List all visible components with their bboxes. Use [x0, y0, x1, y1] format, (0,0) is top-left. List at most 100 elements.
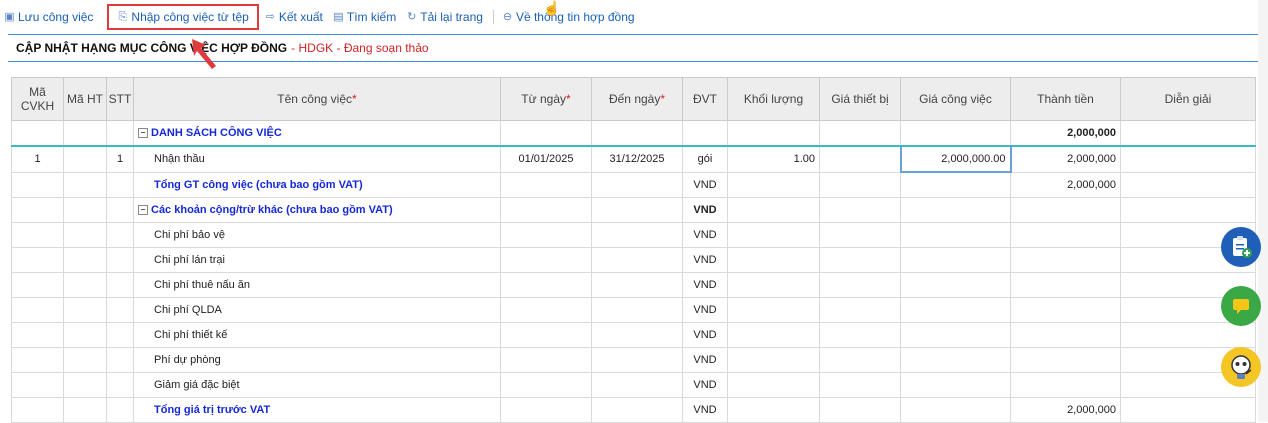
cell-name[interactable]: Giảm giá đặc biệt	[133, 372, 501, 398]
collapse-icon[interactable]: −	[138, 205, 148, 216]
save-label: Lưu công việc	[18, 10, 94, 24]
table-row[interactable]: Phí dự phòng VND	[11, 347, 1256, 373]
cell-unit: VND	[682, 171, 728, 198]
toolbar: ▣ Lưu công việc ⎘ Nhập công việc từ tệp …	[0, 0, 1258, 34]
search-icon: ▤	[333, 11, 344, 23]
total-before-vat-amount: 2,000,000	[1010, 397, 1121, 423]
cell-unit: VND	[682, 397, 728, 423]
table-row-group-others[interactable]: − Các khoản cộng/trừ khác (chưa bao gồm V…	[11, 197, 1256, 223]
table-header-row: Mã CVKH Mã HT STT Tên công việc* Từ ngày…	[11, 77, 1256, 121]
reload-label: Tải lại trang	[420, 10, 483, 24]
reload-icon: ↻	[407, 11, 417, 23]
export-icon: ⇨	[265, 11, 275, 23]
cell-stt[interactable]: 1	[106, 145, 134, 173]
import-button[interactable]: ⎘ Nhập công việc từ tệp	[107, 4, 259, 30]
cell-name[interactable]: Chi phí bảo vệ	[133, 222, 501, 248]
cell-name[interactable]: Phí dự phòng	[133, 347, 501, 373]
cell-name[interactable]: Chi phí lán trại	[133, 247, 501, 273]
col-header[interactable]: Từ ngày*	[500, 77, 592, 121]
total-work-amount: 2,000,000	[1010, 171, 1121, 198]
clipboard-add-icon	[1233, 236, 1252, 258]
table-row[interactable]: 1 1 Nhận thầu 01/01/2025 31/12/2025 gói …	[11, 145, 1256, 173]
col-header[interactable]: Tên công việc*	[133, 77, 501, 121]
work-items-table: Mã CVKH Mã HT STT Tên công việc* Từ ngày…	[11, 77, 1256, 423]
cell-unit: VND	[682, 197, 728, 223]
cell-name[interactable]: Chi phí QLDA	[133, 297, 501, 323]
cell-unit[interactable]: gói	[682, 145, 728, 173]
save-icon: ▣	[4, 11, 15, 23]
page-title-status: - HDGK - Đang soạn thảo	[291, 41, 429, 55]
search-button[interactable]: ▤ Tìm kiếm	[333, 10, 396, 24]
col-header[interactable]: STT	[106, 77, 134, 121]
cell-from-date[interactable]: 01/01/2025	[500, 145, 592, 173]
reload-button[interactable]: ↻ Tải lại trang	[406, 10, 483, 24]
table-row[interactable]: Chi phí thiết kế VND	[11, 322, 1256, 348]
annotation-arrow-icon	[192, 39, 216, 69]
collapse-icon[interactable]: −	[138, 128, 148, 139]
import-icon: ⎘	[118, 11, 128, 23]
cell-amount: 2,000,000	[1010, 145, 1121, 173]
total-work-label: Tổng GT công việc (chưa bao gồm VAT)	[133, 171, 501, 198]
chat-icon	[1233, 299, 1249, 314]
required-mark: *	[660, 92, 666, 106]
col-header-label: Tên công việc	[277, 92, 353, 106]
cell-equipment-price[interactable]	[819, 145, 901, 173]
col-header[interactable]: Giá thiết bị	[819, 77, 901, 121]
table-row[interactable]: Chi phí thuê nấu ăn VND	[11, 272, 1256, 298]
cell-unit: VND	[682, 347, 728, 373]
cell-name[interactable]: Chi phí thiết kế	[133, 322, 501, 348]
table-row[interactable]: Giảm giá đặc biệt VND	[11, 372, 1256, 398]
required-mark: *	[352, 92, 357, 106]
clipboard-add-button[interactable]	[1221, 227, 1261, 267]
cell-unit: VND	[682, 247, 728, 273]
export-button[interactable]: ⇨ Kết xuất	[265, 10, 323, 24]
col-header-label: Đến ngày	[608, 92, 661, 106]
cell-to-date[interactable]: 31/12/2025	[591, 145, 683, 173]
group-name[interactable]: − Các khoản cộng/trừ khác (chưa bao gồm V…	[133, 197, 501, 223]
table-row[interactable]: Chi phí bảo vệ VND	[11, 222, 1256, 248]
col-header[interactable]: ĐVT	[682, 77, 728, 121]
cell-unit: VND	[682, 272, 728, 298]
hand-cursor-icon: ☝	[543, 0, 561, 16]
col-header[interactable]: Thành tiền	[1010, 77, 1121, 121]
cell-qty[interactable]: 1.00	[727, 145, 820, 173]
import-label: Nhập công việc từ tệp	[131, 10, 249, 24]
export-label: Kết xuất	[278, 10, 323, 24]
table-row[interactable]: Chi phí QLDA VND	[11, 297, 1256, 323]
chat-button[interactable]	[1221, 286, 1261, 326]
table-row[interactable]: Chi phí lán trại VND	[11, 247, 1256, 273]
table-row-total-before-vat: Tổng giá trị trước VAT VND 2,000,000	[11, 397, 1256, 423]
col-header[interactable]: Đến ngày*	[591, 77, 683, 121]
cell-note[interactable]	[1120, 145, 1256, 173]
col-header[interactable]: Diễn giải	[1120, 77, 1256, 121]
page-title-main: CẬP NHẬT HẠNG MỤC CÔNG VIỆC HỢP ĐỒNG	[16, 41, 288, 55]
cell-unit: VND	[682, 297, 728, 323]
save-button[interactable]: ▣ Lưu công việc	[4, 10, 93, 24]
col-header[interactable]: Giá công việc	[900, 77, 1011, 121]
table-row-total-work: Tổng GT công việc (chưa bao gồm VAT) VND…	[11, 171, 1256, 198]
group-label: DANH SÁCH CÔNG VIỆC	[151, 127, 282, 139]
assistant-robot-button[interactable]	[1221, 347, 1261, 387]
cell-unit: VND	[682, 322, 728, 348]
cell-unit: VND	[682, 372, 728, 398]
group-label: Các khoản cộng/trừ khác (chưa bao gồm VA…	[151, 204, 393, 216]
col-header[interactable]: Mã CVKH	[11, 77, 64, 121]
cell-ma-cvkh[interactable]: 1	[11, 145, 64, 173]
robot-icon	[1231, 355, 1252, 379]
back-icon: ⊖	[502, 11, 513, 23]
col-header-label: Từ ngày	[521, 92, 567, 106]
required-mark: *	[566, 92, 571, 106]
search-label: Tìm kiếm	[346, 10, 397, 24]
toolbar-divider	[492, 10, 494, 24]
back-button[interactable]: ⊖ Về thông tin hợp đồng	[502, 10, 635, 24]
cell-ma-ht[interactable]	[63, 145, 107, 173]
col-header[interactable]: Mã HT	[63, 77, 107, 121]
cell-name[interactable]: Nhận thầu	[133, 145, 501, 173]
cell-work-price[interactable]: 2,000,000.00	[899, 145, 1012, 173]
table-row-group-work[interactable]: − DANH SÁCH CÔNG VIỆC 2,000,000	[11, 120, 1256, 147]
col-header[interactable]: Khối lượng	[727, 77, 820, 121]
group-name[interactable]: − DANH SÁCH CÔNG VIỆC	[133, 120, 501, 147]
cell-unit: VND	[682, 222, 728, 248]
cell-name[interactable]: Chi phí thuê nấu ăn	[133, 272, 501, 298]
group-total: 2,000,000	[1010, 120, 1121, 147]
